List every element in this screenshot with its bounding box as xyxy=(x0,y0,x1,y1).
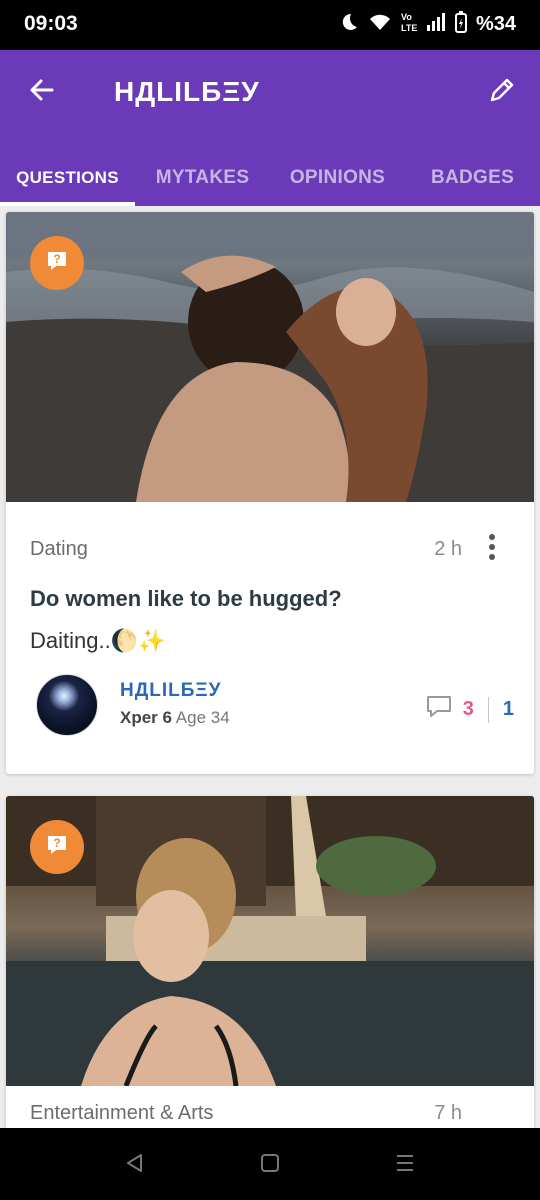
avatar[interactable] xyxy=(36,674,98,736)
pencil-icon xyxy=(487,75,517,110)
nav-back-button[interactable] xyxy=(118,1148,152,1182)
question-image[interactable]: ? xyxy=(6,212,534,502)
nav-recents-button[interactable] xyxy=(388,1148,422,1182)
status-time: 09:03 xyxy=(24,12,78,35)
arrow-left-icon xyxy=(28,76,56,109)
question-image[interactable]: ? xyxy=(6,796,534,1086)
question-icon: ? xyxy=(44,832,70,863)
volte-icon: Vo LTE xyxy=(401,11,417,38)
signal-icon xyxy=(426,12,446,37)
nav-home-button[interactable] xyxy=(253,1148,287,1182)
question-card[interactable]: ? Entertainment & Arts 7 h xyxy=(6,796,534,1128)
question-time: 7 h xyxy=(434,1102,462,1124)
vote-count[interactable]: 1 xyxy=(503,698,514,721)
stats-divider xyxy=(487,696,489,723)
comment-count[interactable]: 3 xyxy=(463,698,474,721)
battery-percent: %34 xyxy=(475,13,516,35)
tab-badges[interactable]: BADGES xyxy=(405,150,540,206)
battery-icon xyxy=(454,11,467,38)
svg-text:?: ? xyxy=(53,836,60,850)
author-age: Age 34 xyxy=(175,708,230,727)
tab-bar: QUESTIONS MYTAKES OPINIONS BADGES xyxy=(0,150,540,206)
question-stats: 3 1 xyxy=(425,694,514,725)
author-row: НДLILБΞУ Xper 6 Age 34 3 1 xyxy=(30,674,520,738)
question-badge: ? xyxy=(30,820,84,874)
tab-questions[interactable]: QUESTIONS xyxy=(0,150,135,206)
wifi-icon xyxy=(368,12,392,37)
status-icons: Vo LTE %34 xyxy=(337,11,516,38)
square-home-icon xyxy=(259,1152,281,1179)
app-bar: НДLILБΞУ QUESTIONS MYTAKES OPINIONS BADG… xyxy=(0,50,540,206)
svg-text:LTE: LTE xyxy=(401,23,417,33)
question-card[interactable]: ? Dating 2 h Do women like to be hugged?… xyxy=(6,212,534,774)
author-details: Xper 6 Age 34 xyxy=(120,708,230,728)
photo-illustration xyxy=(6,796,534,1086)
author-name[interactable]: НДLILБΞУ xyxy=(120,680,221,702)
question-icon: ? xyxy=(44,248,70,279)
question-time: 2 h xyxy=(434,538,462,560)
question-badge: ? xyxy=(30,236,84,290)
question-category[interactable]: Entertainment & Arts xyxy=(30,1102,213,1125)
svg-text:Vo: Vo xyxy=(401,12,412,22)
question-category[interactable]: Dating xyxy=(30,538,88,561)
triangle-back-icon xyxy=(124,1152,146,1179)
more-options-button[interactable] xyxy=(480,532,504,566)
tab-opinions[interactable]: OPINIONS xyxy=(270,150,405,206)
menu-lines-icon xyxy=(394,1152,416,1179)
moon-icon xyxy=(337,11,359,38)
comment-icon xyxy=(425,694,453,725)
back-button[interactable] xyxy=(22,72,62,112)
question-feed[interactable]: ? Dating 2 h Do women like to be hugged?… xyxy=(0,206,540,1128)
system-nav-bar xyxy=(0,1128,540,1200)
author-xper: Xper 6 xyxy=(120,708,172,727)
page-title: НДLILБΞУ xyxy=(114,76,260,107)
status-bar: 09:03 Vo LTE %34 xyxy=(0,0,540,50)
more-vertical-icon xyxy=(488,533,496,565)
card-meta: Dating 2 h xyxy=(30,533,520,564)
question-title[interactable]: Do women like to be hugged? xyxy=(30,586,342,612)
tab-mytakes[interactable]: MYTAKES xyxy=(135,150,270,206)
svg-text:?: ? xyxy=(53,252,60,266)
photo-illustration xyxy=(6,212,534,502)
question-description: Daiting..🌔✨ xyxy=(30,628,166,653)
edit-button[interactable] xyxy=(482,72,522,112)
